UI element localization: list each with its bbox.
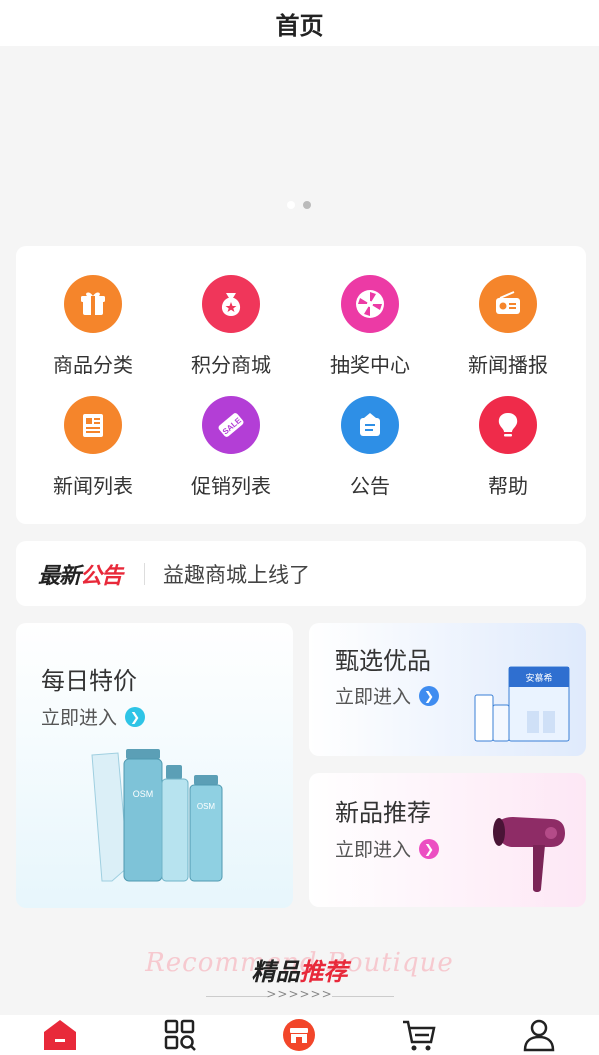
grid-item-category[interactable]: 商品分类: [23, 275, 163, 378]
page-title: 首页: [275, 11, 324, 40]
chevron-right-icon: ❯: [419, 685, 440, 706]
promo-title: 甄选优品: [335, 647, 431, 675]
grid-item-help[interactable]: 帮助: [438, 396, 578, 499]
grid-item-announcement[interactable]: 公告: [300, 396, 440, 499]
divider: [332, 996, 394, 997]
svg-text:OSM: OSM: [197, 802, 216, 811]
carousel-dot-active[interactable]: [303, 201, 311, 209]
promo-daily-deals[interactable]: 每日特价 立即进入 ❯ OSM OSM: [16, 623, 293, 908]
tab-store[interactable]: [240, 1015, 360, 1055]
notice-board-icon: [341, 396, 399, 454]
promo-selected-goods[interactable]: 甄选优品 立即进入 ❯ 安慕希: [309, 623, 586, 756]
grid-label: 新闻播报: [468, 353, 548, 377]
grid-label: 促销列表: [191, 474, 271, 498]
grid-label: 商品分类: [53, 353, 133, 377]
tab-cart[interactable]: [359, 1015, 479, 1055]
sale-tag-icon: SALE: [202, 396, 260, 454]
cart-icon: [403, 1020, 436, 1051]
top-header: 首页: [0, 0, 599, 46]
divider: [144, 562, 146, 585]
grid-item-promotions[interactable]: SALE 促销列表: [161, 396, 301, 499]
carousel-dot[interactable]: [287, 201, 295, 209]
tab-home[interactable]: [0, 1015, 120, 1055]
svg-text:OSM: OSM: [133, 789, 154, 799]
grid-item-news-broadcast[interactable]: 新闻播报: [438, 275, 578, 378]
grid-label: 积分商城: [191, 353, 271, 377]
grid-label: 帮助: [488, 474, 528, 498]
promo-enter-link[interactable]: 立即进入 ❯: [41, 703, 146, 730]
grid-item-lottery[interactable]: 抽奖中心: [300, 275, 440, 378]
category-icon: [164, 1019, 196, 1051]
money-bag-icon: [202, 275, 260, 333]
recommend-title: 精品推荐: [251, 958, 348, 986]
grid-item-news-list[interactable]: 新闻列表: [23, 396, 163, 499]
home-icon: [43, 1020, 76, 1050]
quick-nav-grid: 商品分类 积分商城 抽奖中心 新闻播报 新闻列表 SALE 促销列表 公告 帮助: [16, 246, 586, 524]
svg-text:安慕希: 安慕希: [525, 672, 552, 683]
tab-profile[interactable]: [479, 1015, 599, 1055]
notice-text[interactable]: 益趣商城上线了: [163, 559, 310, 589]
carousel-indicator: [287, 201, 311, 209]
latest-notice-bar[interactable]: 最新公告 益趣商城上线了: [16, 541, 586, 606]
milk-product-image: 安慕希: [474, 666, 570, 742]
hair-dryer-image: [493, 817, 565, 892]
grid-label: 抽奖中心: [330, 353, 410, 377]
promo-new-products[interactable]: 新品推荐 立即进入 ❯: [309, 773, 586, 907]
chevron-right-icon: ❯: [419, 838, 440, 859]
recommend-arrows: >>>>>>: [266, 987, 333, 1001]
radio-icon: [479, 275, 537, 333]
promo-title: 新品推荐: [335, 799, 431, 827]
grid-label: 新闻列表: [53, 474, 133, 498]
lottery-wheel-icon: [341, 275, 399, 333]
grid-item-points-mall[interactable]: 积分商城: [161, 275, 301, 378]
tab-category[interactable]: [120, 1015, 240, 1055]
newspaper-icon: [64, 396, 122, 454]
promo-enter-link[interactable]: 立即进入 ❯: [335, 835, 440, 862]
promo-enter-link[interactable]: 立即进入 ❯: [335, 682, 440, 709]
chevron-right-icon: ❯: [125, 706, 146, 727]
grid-label: 公告: [350, 474, 390, 498]
lightbulb-icon: [479, 396, 537, 454]
notice-tag: 最新公告: [38, 563, 123, 589]
recommend-section-header: Recommend Boutique 精品推荐 >>>>>>: [0, 940, 599, 1010]
store-icon: [283, 1019, 316, 1051]
promo-title: 每日特价: [41, 667, 137, 695]
gift-icon: [64, 275, 122, 333]
bottom-tab-bar: [0, 1015, 599, 1055]
skincare-product-image: OSM OSM: [91, 749, 223, 882]
user-icon: [523, 1019, 555, 1052]
